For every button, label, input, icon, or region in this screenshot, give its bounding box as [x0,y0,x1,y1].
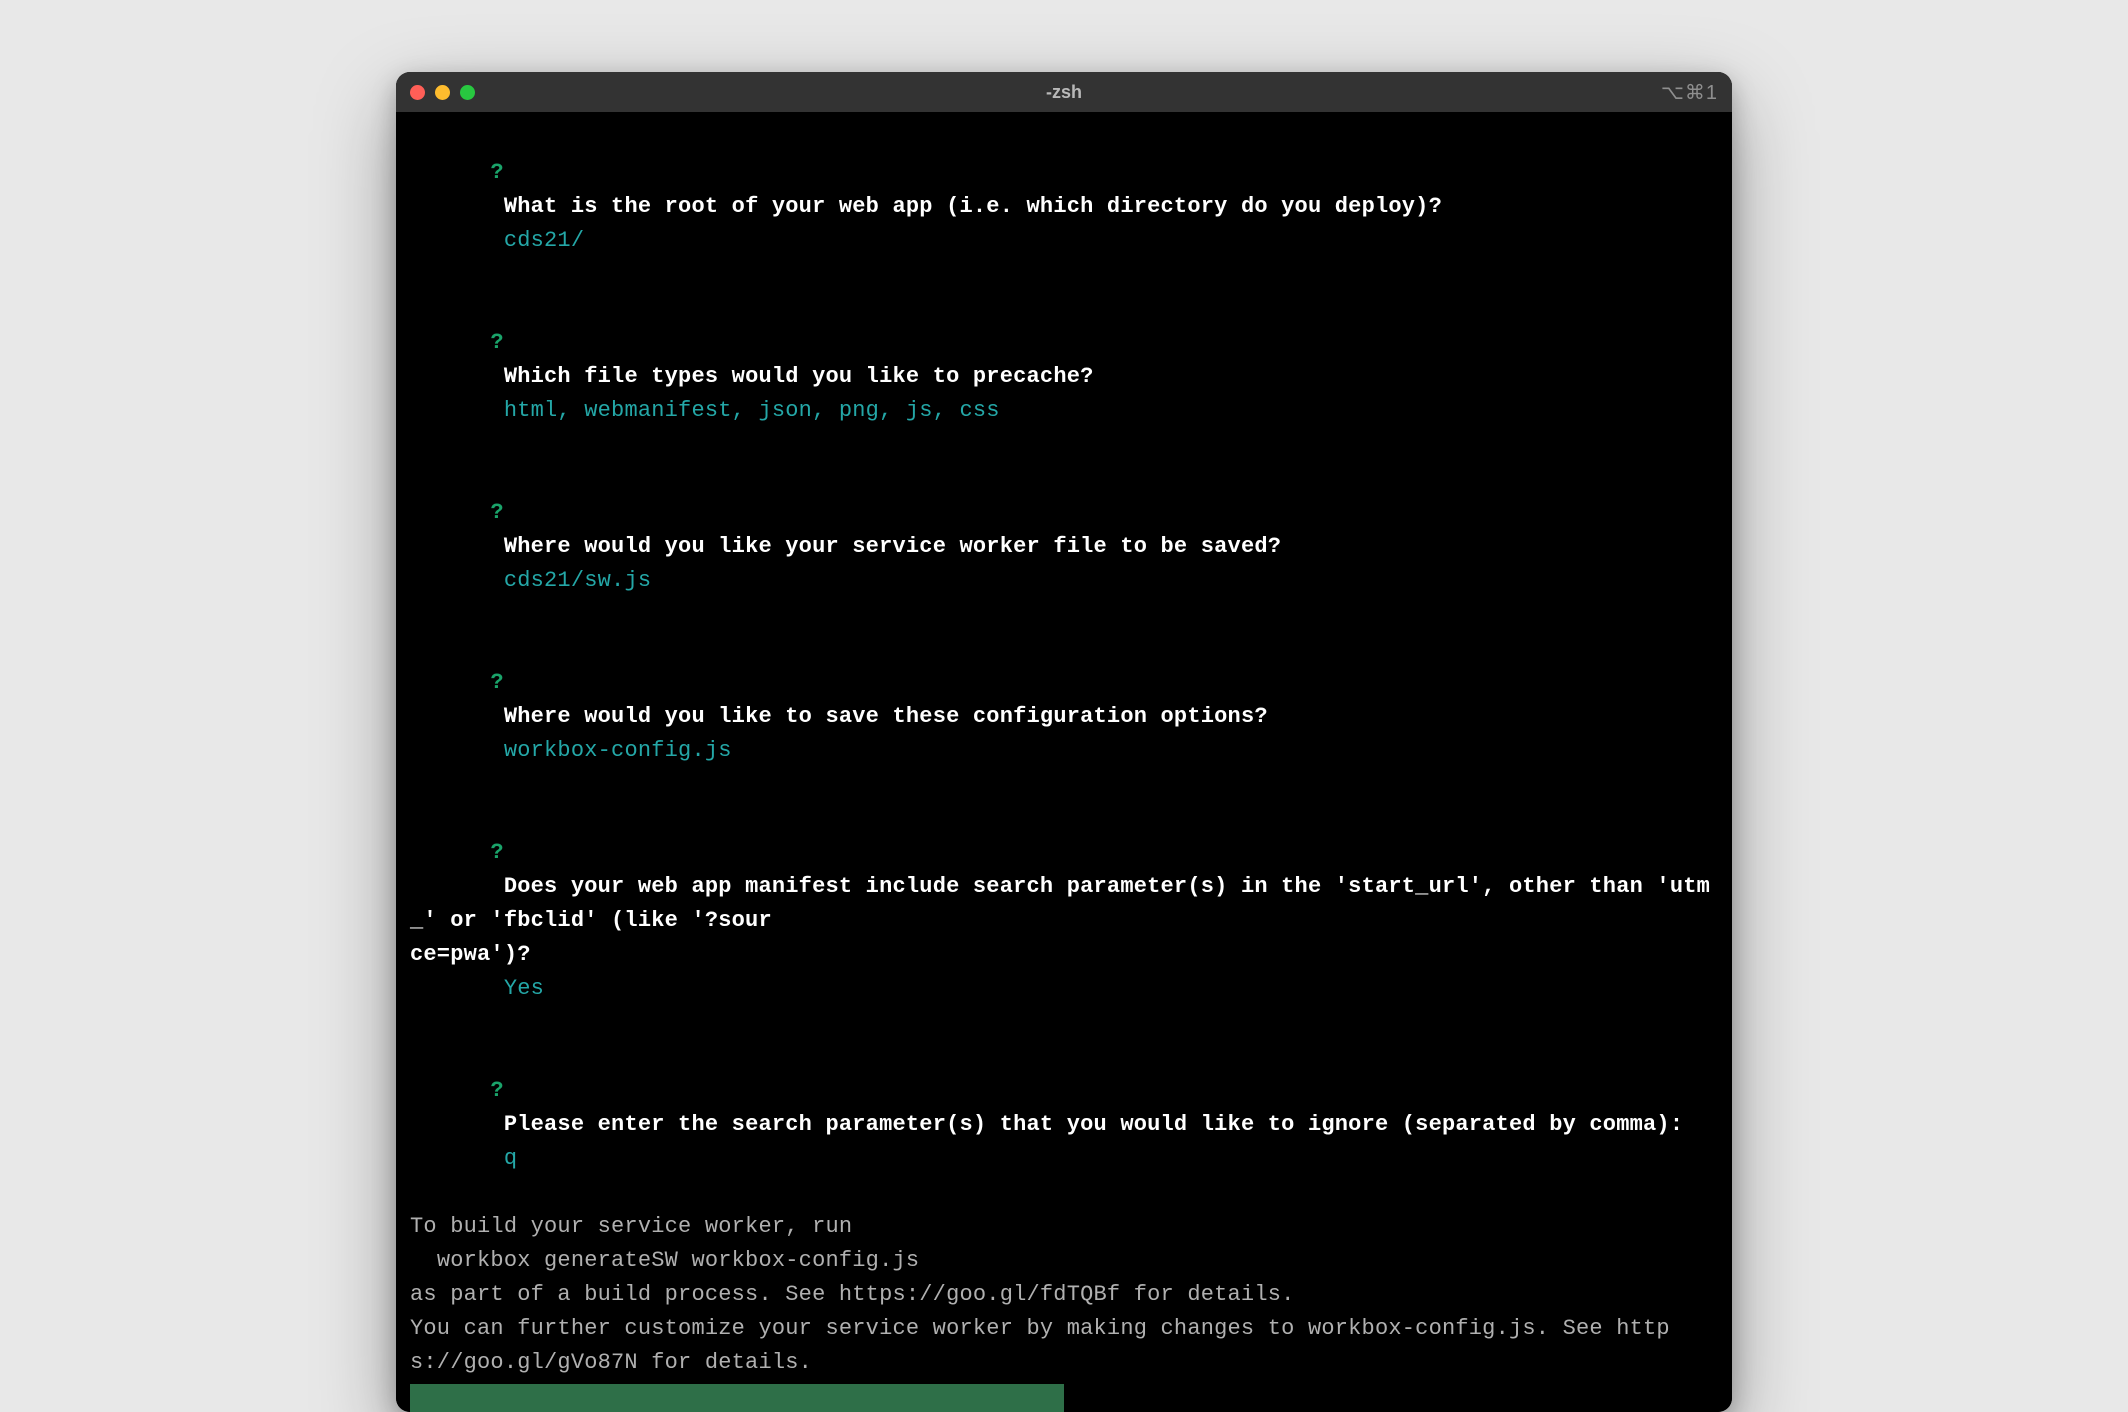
prompt-question [490,194,503,219]
prompt-answer-text: Yes [504,976,544,1001]
question-mark-icon: ? [490,1078,503,1103]
prompt-answer-text: cds21/ [504,228,584,253]
prompt-question-text: What is the root of your web app (i.e. w… [504,194,1442,219]
traffic-lights [410,85,475,100]
zoom-icon[interactable] [460,85,475,100]
titlebar: -zsh ⌥⌘1 [396,72,1732,112]
prompt-line: ? Please enter the search parameter(s) t… [410,1040,1718,1210]
prompt-answer-text: workbox-config.js [504,738,732,763]
terminal-body[interactable]: ? What is the root of your web app (i.e.… [396,112,1732,1412]
output-line: You can further customize your service w… [410,1312,1718,1380]
cursor-bar [410,1384,1064,1412]
prompt-answer-text: html, webmanifest, json, png, js, css [504,398,1000,423]
prompt-question-text: Where would you like to save these confi… [504,704,1268,729]
question-mark-icon: ? [490,330,503,355]
prompt-question-text: Where would you like your service worker… [504,534,1281,559]
output-line: workbox generateSW workbox-config.js [410,1244,1718,1278]
prompt-question-text: Does your web app manifest include searc… [410,874,1710,967]
tab-indicator: ⌥⌘1 [1661,80,1718,105]
prompt-line: ? Where would you like your service work… [410,462,1718,632]
question-mark-icon: ? [490,840,503,865]
prompt-line: ? Which file types would you like to pre… [410,292,1718,462]
output-line: To build your service worker, run [410,1210,1718,1244]
prompt-answer-text: q [504,1146,517,1171]
window-title: -zsh [1046,82,1082,103]
question-mark-icon: ? [490,670,503,695]
question-mark-icon: ? [490,500,503,525]
terminal-window: -zsh ⌥⌘1 ? What is the root of your web … [396,72,1732,1412]
prompt-line: ? Where would you like to save these con… [410,632,1718,802]
prompt-line: ? Does your web app manifest include sea… [410,802,1718,1040]
prompt-question-text: Please enter the search parameter(s) tha… [504,1112,1683,1137]
prompt-answer [490,228,503,253]
prompt-line: ? What is the root of your web app (i.e.… [410,122,1718,292]
close-icon[interactable] [410,85,425,100]
output-line: as part of a build process. See https://… [410,1278,1718,1312]
minimize-icon[interactable] [435,85,450,100]
question-mark-icon: ? [490,160,503,185]
prompt-answer-text: cds21/sw.js [504,568,651,593]
prompt-question-text: Which file types would you like to preca… [504,364,1094,389]
